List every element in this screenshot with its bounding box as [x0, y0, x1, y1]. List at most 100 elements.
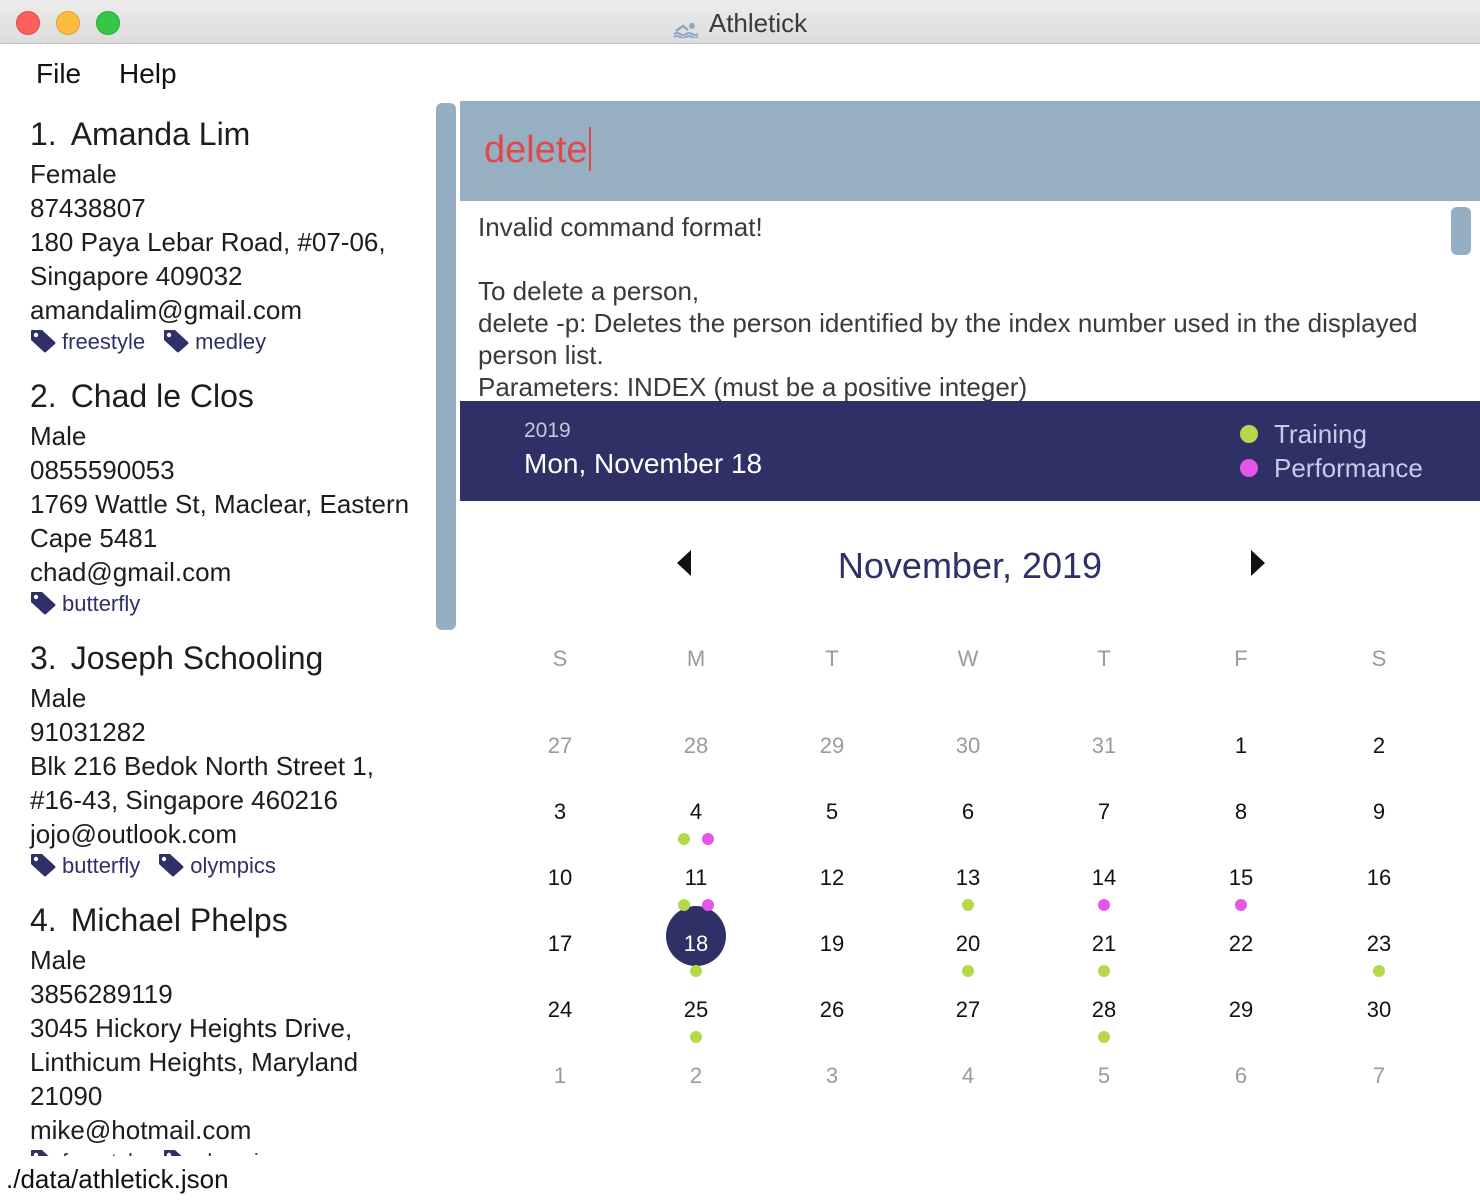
- calendar-day[interactable]: 25: [656, 997, 736, 1057]
- tag-label: olympics: [195, 1149, 281, 1156]
- menu-help[interactable]: Help: [119, 58, 177, 90]
- calendar-day[interactable]: 28: [656, 733, 736, 793]
- command-input[interactable]: delete: [484, 126, 591, 174]
- calendar-day[interactable]: 26: [792, 997, 872, 1057]
- calendar-day[interactable]: 2: [1339, 733, 1419, 793]
- window-title-area: Athletick: [0, 8, 1480, 40]
- command-box[interactable]: delete: [460, 101, 1480, 201]
- performance-dot-icon: [1240, 459, 1258, 478]
- event-dots: [1201, 767, 1281, 779]
- event-dots: [656, 767, 736, 779]
- calendar-day[interactable]: 30: [928, 733, 1008, 793]
- calendar-day[interactable]: 13: [928, 865, 1008, 925]
- calendar-day[interactable]: 28: [1064, 997, 1144, 1057]
- result-scrollbar[interactable]: [1451, 207, 1471, 255]
- day-number: 20: [955, 931, 981, 956]
- calendar-day[interactable]: 8: [1201, 799, 1281, 859]
- calendar-day[interactable]: 31: [1064, 733, 1144, 793]
- event-dots: [1064, 899, 1144, 911]
- calendar-day[interactable]: 23: [1339, 931, 1419, 991]
- event-dots: [792, 1031, 872, 1043]
- calendar-day[interactable]: 27: [928, 997, 1008, 1057]
- person-list-scrollbar[interactable]: [436, 103, 456, 630]
- person-phone: 0855590053: [30, 455, 175, 485]
- person-list[interactable]: 1. Amanda Lim Female 87438807 180 Paya Lebar…: [0, 102, 432, 1156]
- calendar-day[interactable]: 30: [1339, 997, 1419, 1057]
- day-number: 4: [961, 1063, 975, 1088]
- calendar-day[interactable]: 10: [520, 865, 600, 925]
- calendar-day[interactable]: 4: [656, 799, 736, 859]
- event-dots: [520, 899, 600, 911]
- event-dots: [928, 1097, 1008, 1109]
- person-email: chad@gmail.com: [30, 557, 232, 587]
- calendar-day[interactable]: 27: [520, 733, 600, 793]
- event-dots: [1339, 965, 1419, 977]
- day-number: 14: [1091, 865, 1117, 890]
- weekday-header: F: [1234, 646, 1248, 671]
- next-month-arrow-icon[interactable]: [1251, 550, 1265, 576]
- calendar-day[interactable]: 2: [656, 1063, 736, 1123]
- calendar-day[interactable]: 17: [520, 931, 600, 991]
- tag-icon: [158, 853, 190, 878]
- person-card[interactable]: 2. Chad le Clos Male 0855590053 1769 Wattle …: [30, 378, 430, 623]
- event-dots: [1201, 1031, 1281, 1043]
- person-tags: butterfly: [30, 591, 430, 623]
- calendar-day[interactable]: 19: [792, 931, 872, 991]
- calendar-day[interactable]: 7: [1064, 799, 1144, 859]
- day-number: 29: [1228, 997, 1254, 1022]
- day-number: 10: [547, 865, 573, 890]
- calendar-day[interactable]: 3: [520, 799, 600, 859]
- calendar-day[interactable]: 4: [928, 1063, 1008, 1123]
- calendar-day[interactable]: 21: [1064, 931, 1144, 991]
- calendar-day[interactable]: 20: [928, 931, 1008, 991]
- calendar-day[interactable]: 15: [1201, 865, 1281, 925]
- person-address-line: 180 Paya Lebar Road, #07-06,: [30, 227, 386, 257]
- person-address-line: Cape 5481: [30, 523, 158, 553]
- person-name: 1. Amanda Lim: [30, 116, 430, 153]
- calendar-day[interactable]: 29: [1201, 997, 1281, 1057]
- menu-file[interactable]: File: [36, 58, 81, 90]
- calendar-day[interactable]: 22: [1201, 931, 1281, 991]
- calendar-day-selected[interactable]: 18: [656, 906, 736, 991]
- calendar-day[interactable]: 6: [928, 799, 1008, 859]
- person-name-text: Joseph Schooling: [70, 640, 324, 676]
- calendar-day[interactable]: 1: [1201, 733, 1281, 793]
- day-number: 13: [955, 865, 981, 890]
- calendar-day[interactable]: 12: [792, 865, 872, 925]
- event-dots: [928, 1031, 1008, 1043]
- calendar-day[interactable]: 7: [1339, 1063, 1419, 1123]
- person-address-line: 21090: [30, 1081, 103, 1111]
- person-tags: freestyle medley: [30, 329, 430, 361]
- person-gender: Male: [30, 421, 87, 451]
- calendar-day[interactable]: 3: [792, 1063, 872, 1123]
- training-dot-icon: [1373, 965, 1385, 977]
- day-number: 19: [819, 931, 845, 956]
- person-address-line: Blk 216 Bedok North Street 1,: [30, 751, 374, 781]
- calendar-day[interactable]: 16: [1339, 865, 1419, 925]
- calendar-day[interactable]: 5: [1064, 1063, 1144, 1123]
- calendar-day[interactable]: 5: [792, 799, 872, 859]
- calendar-day[interactable]: 1: [520, 1063, 600, 1123]
- training-dot-icon: [678, 833, 690, 845]
- day-number: 8: [1234, 799, 1248, 824]
- person-email: jojo@outlook.com: [30, 819, 238, 849]
- calendar-day[interactable]: 14: [1064, 865, 1144, 925]
- tag-icon: [30, 853, 62, 878]
- event-dots: [1064, 833, 1144, 845]
- calendar-day[interactable]: 6: [1201, 1063, 1281, 1123]
- person-gender: Male: [30, 945, 87, 975]
- event-dots: [520, 833, 600, 845]
- person-card[interactable]: 4. Michael Phelps Male 3856289119 3045 Hicko…: [30, 902, 430, 1156]
- day-number: 5: [1097, 1063, 1111, 1088]
- calendar-day[interactable]: 9: [1339, 799, 1419, 859]
- person-card[interactable]: 3. Joseph Schooling Male 91031282 Blk 216 Be…: [30, 640, 430, 885]
- event-dots: [1201, 1097, 1281, 1109]
- person-card[interactable]: 1. Amanda Lim Female 87438807 180 Paya Lebar…: [30, 116, 430, 361]
- tag-icon: [30, 591, 62, 616]
- calendar-day[interactable]: 29: [792, 733, 872, 793]
- calendar-day[interactable]: 24: [520, 997, 600, 1057]
- day-number: 6: [1234, 1063, 1248, 1088]
- training-dot-icon: [962, 899, 974, 911]
- event-dots: [1339, 833, 1419, 845]
- weekday-header: T: [1097, 646, 1111, 671]
